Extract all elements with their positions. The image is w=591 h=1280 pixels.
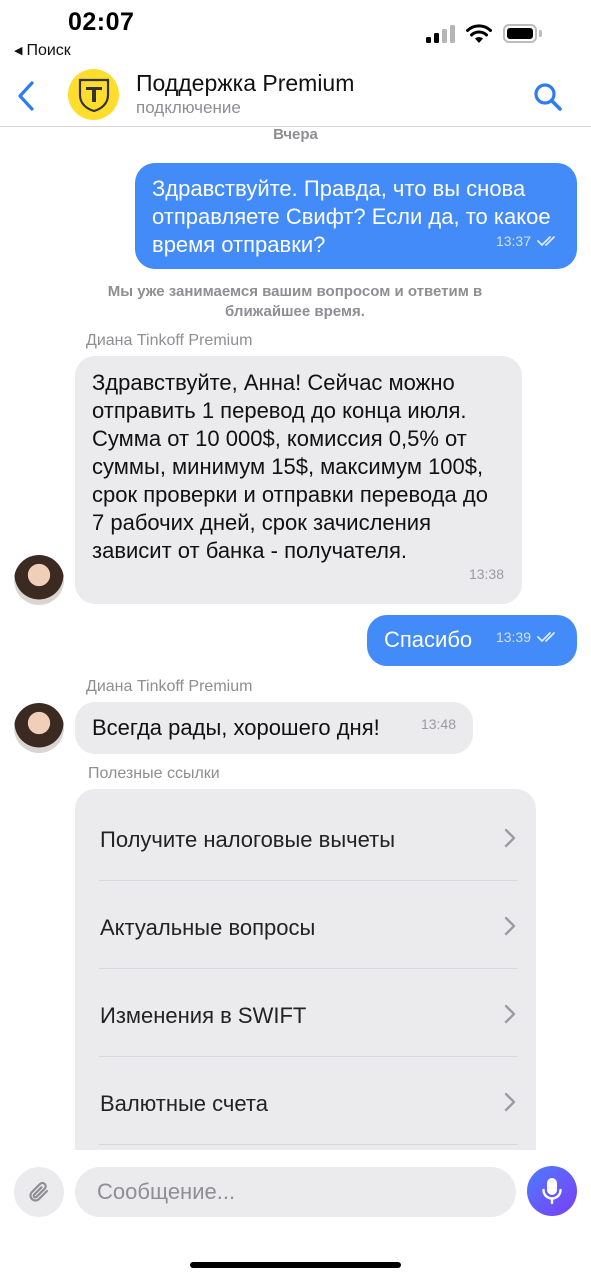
- chevron-right-icon: [504, 916, 516, 936]
- message-text: Здравствуйте, Анна! Сейчас можно отправи…: [92, 370, 488, 563]
- outgoing-message[interactable]: Спасибо 13:39: [367, 615, 577, 666]
- battery-icon: [503, 24, 537, 43]
- back-app-label: Поиск: [26, 42, 71, 59]
- cellular-signal-icon: [426, 25, 456, 43]
- link-label: Изменения в SWIFT: [100, 1003, 307, 1028]
- link-label: Получите налоговые вычеты: [100, 827, 396, 852]
- message-text: Всегда рады, хорошего дня!: [92, 715, 380, 740]
- link-tax-deductions[interactable]: Получите налоговые вычеты: [75, 793, 536, 881]
- sender-name: Диана Tinkoff Premium: [86, 332, 253, 349]
- link-label: Валютные счета: [100, 1091, 268, 1116]
- status-time: 02:07: [68, 8, 135, 36]
- message-time: 13:48: [420, 716, 456, 732]
- outgoing-message[interactable]: Здравствуйте. Правда, что вы снова отпра…: [135, 163, 577, 269]
- sender-name: Диана Tinkoff Premium: [86, 678, 253, 695]
- useful-links-title: Полезные ссылки: [88, 765, 220, 782]
- link-current-questions[interactable]: Актуальные вопросы: [75, 881, 536, 969]
- message-input[interactable]: [75, 1167, 516, 1217]
- message-time: 13:39: [495, 629, 531, 645]
- chat-status: подключение: [136, 98, 241, 117]
- link-swift-changes[interactable]: Изменения в SWIFT: [75, 969, 536, 1057]
- back-triangle-icon: ◀: [14, 45, 23, 57]
- row-divider: [99, 1144, 518, 1145]
- chevron-right-icon: [504, 828, 516, 848]
- chevron-right-icon: [504, 1004, 516, 1024]
- message-time: 13:37: [495, 233, 531, 249]
- agent-avatar[interactable]: [14, 703, 64, 753]
- message-meta: 13:37: [496, 227, 559, 255]
- microphone-icon: [542, 1178, 562, 1205]
- message-meta: 13:39: [496, 623, 559, 651]
- double-check-icon: [537, 632, 555, 642]
- chat-title: Поддержка Premium: [136, 70, 355, 96]
- link-label: Актуальные вопросы: [100, 915, 316, 940]
- bank-logo-avatar[interactable]: [68, 69, 119, 120]
- incoming-message[interactable]: Здравствуйте, Анна! Сейчас можно отправи…: [75, 356, 522, 604]
- message-text: Спасибо: [384, 627, 473, 652]
- link-currency-accounts[interactable]: Валютные счета: [75, 1057, 536, 1145]
- paperclip-icon: [29, 1181, 49, 1202]
- double-check-icon: [537, 236, 555, 246]
- incoming-message[interactable]: Всегда рады, хорошего дня! 13:48: [75, 702, 473, 754]
- system-message: Мы уже занимаемся вашим вопросом и ответ…: [107, 283, 483, 320]
- wifi-icon: [466, 24, 492, 43]
- message-time: 13:38: [468, 566, 504, 582]
- chevron-right-icon: [504, 1092, 516, 1112]
- voice-message-button[interactable]: [527, 1166, 577, 1216]
- back-to-app-link[interactable]: ◀ Поиск: [14, 42, 71, 60]
- search-icon[interactable]: [532, 81, 564, 113]
- date-separator: Вчера: [273, 126, 318, 143]
- battery-cap: [539, 30, 542, 37]
- agent-avatar[interactable]: [14, 555, 64, 605]
- useful-links-card: Получите налоговые вычеты Актуальные воп…: [75, 789, 536, 1169]
- back-arrow-icon[interactable]: [14, 80, 38, 112]
- home-indicator: [190, 1262, 401, 1268]
- emblem-icon: [78, 78, 109, 112]
- attach-button[interactable]: [14, 1167, 64, 1217]
